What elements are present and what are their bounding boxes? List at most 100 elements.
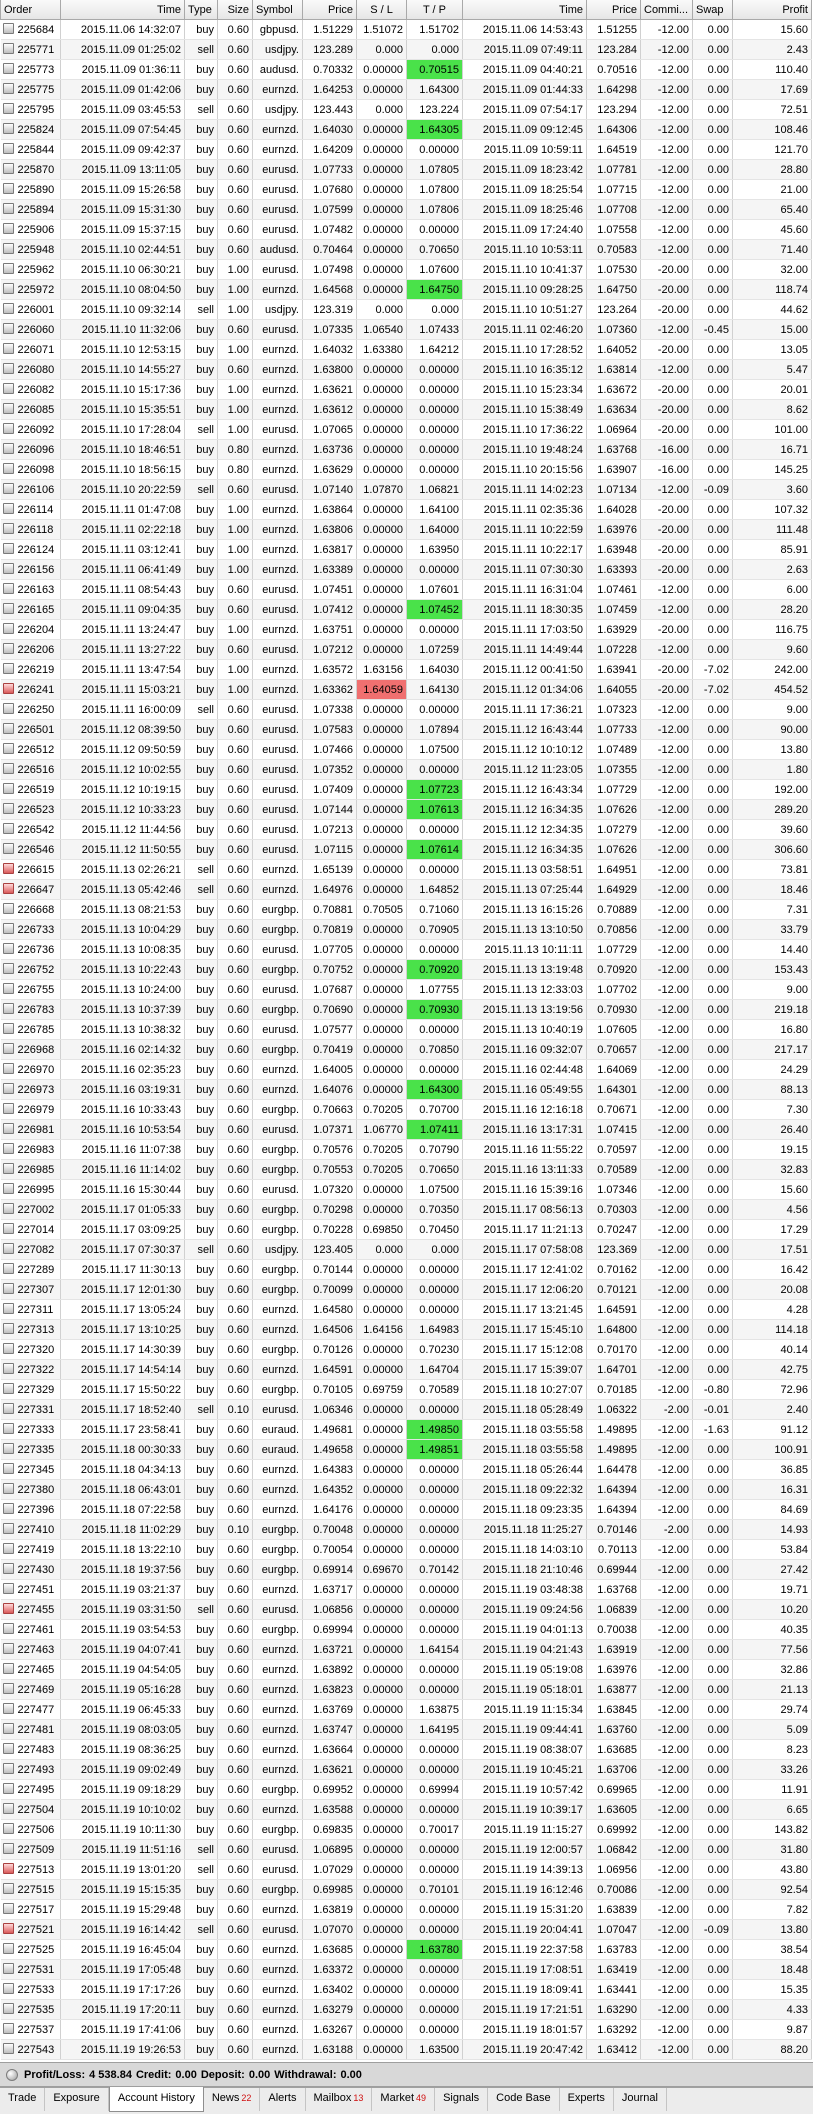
- table-row[interactable]: 226118 2015.11.11 02:22:18 buy 1.00 eurnzd. 1…: [0, 519, 812, 540]
- table-row[interactable]: 225890 2015.11.09 15:26:58 buy 0.60 eurusd. 1…: [0, 179, 812, 200]
- table-row[interactable]: 227483 2015.11.19 08:36:25 buy 0.60 eurnzd. 1…: [0, 1739, 812, 1760]
- table-row[interactable]: 226241 2015.11.11 15:03:21 buy 1.00 eurnzd. 1…: [0, 679, 812, 700]
- table-row[interactable]: 227493 2015.11.19 09:02:49 buy 0.60 eurnzd. 1…: [0, 1759, 812, 1780]
- column-header-close-time[interactable]: Time: [462, 0, 587, 20]
- table-row[interactable]: 226106 2015.11.10 20:22:59 sell 0.60 eurusd.…: [0, 479, 812, 500]
- table-row[interactable]: 227333 2015.11.17 23:58:41 buy 0.60 euraud. 1…: [0, 1419, 812, 1440]
- column-header-take-profit[interactable]: T / P: [406, 0, 463, 20]
- table-row[interactable]: 226736 2015.11.13 10:08:35 buy 0.60 eurusd. 1…: [0, 939, 812, 960]
- table-row[interactable]: 226985 2015.11.16 11:14:02 buy 0.60 eurgbp. 0…: [0, 1159, 812, 1180]
- table-row[interactable]: 225962 2015.11.10 06:30:21 buy 1.00 eurusd. 1…: [0, 259, 812, 280]
- table-row[interactable]: 227335 2015.11.18 00:30:33 buy 0.60 euraud. 1…: [0, 1439, 812, 1460]
- table-row[interactable]: 227419 2015.11.18 13:22:10 buy 0.60 eurgbp. 0…: [0, 1539, 812, 1560]
- table-row[interactable]: 226516 2015.11.12 10:02:55 buy 0.60 eurusd. 1…: [0, 759, 812, 780]
- table-row[interactable]: 226755 2015.11.13 10:24:00 buy 0.60 eurusd. 1…: [0, 979, 812, 1000]
- tab-trade[interactable]: Trade: [0, 2088, 46, 2111]
- table-row[interactable]: 226995 2015.11.16 15:30:44 buy 0.60 eurusd. 1…: [0, 1179, 812, 1200]
- table-row[interactable]: 226519 2015.11.12 10:19:15 buy 0.60 eurusd. 1…: [0, 779, 812, 800]
- table-row[interactable]: 226204 2015.11.11 13:24:47 buy 1.00 eurnzd. 1…: [0, 619, 812, 640]
- table-row[interactable]: 227517 2015.11.19 15:29:48 buy 0.60 eurnzd. 1…: [0, 1899, 812, 1920]
- table-row[interactable]: 227380 2015.11.18 06:43:01 buy 0.60 eurnzd. 1…: [0, 1479, 812, 1500]
- tab-account-history[interactable]: Account History: [108, 2087, 204, 2112]
- table-row[interactable]: 225948 2015.11.10 02:44:51 buy 0.60 audusd. 0…: [0, 239, 812, 260]
- column-header-profit[interactable]: Profit: [732, 0, 812, 20]
- table-row[interactable]: 227543 2015.11.19 19:26:53 buy 0.60 eurnzd. 1…: [0, 2039, 812, 2060]
- table-row[interactable]: 226647 2015.11.13 05:42:46 sell 0.60 eurnzd.…: [0, 879, 812, 900]
- table-row[interactable]: 227461 2015.11.19 03:54:53 buy 0.60 eurgbp. 0…: [0, 1619, 812, 1640]
- column-header-order[interactable]: Order: [0, 0, 61, 20]
- column-header-price[interactable]: Price: [302, 0, 357, 20]
- table-row[interactable]: 227082 2015.11.17 07:30:37 sell 0.60 usdjpy.…: [0, 1239, 812, 1260]
- table-row[interactable]: 226163 2015.11.11 08:54:43 buy 0.60 eurusd. 1…: [0, 579, 812, 600]
- table-row[interactable]: 226114 2015.11.11 01:47:08 buy 1.00 eurnzd. 1…: [0, 499, 812, 520]
- table-row[interactable]: 226060 2015.11.10 11:32:06 buy 0.60 eurusd. 1…: [0, 319, 812, 340]
- table-row[interactable]: 227506 2015.11.19 10:11:30 buy 0.60 eurgbp. 0…: [0, 1819, 812, 1840]
- table-row[interactable]: 225894 2015.11.09 15:31:30 buy 0.60 eurusd. 1…: [0, 199, 812, 220]
- table-row[interactable]: 226542 2015.11.12 11:44:56 buy 0.60 eurusd. 1…: [0, 819, 812, 840]
- table-row[interactable]: 227469 2015.11.19 05:16:28 buy 0.60 eurnzd. 1…: [0, 1679, 812, 1700]
- tab-journal[interactable]: Journal: [614, 2088, 667, 2111]
- table-row[interactable]: 227495 2015.11.19 09:18:29 buy 0.60 eurgbp. 0…: [0, 1779, 812, 1800]
- table-row[interactable]: 227430 2015.11.18 19:37:56 buy 0.60 eurgbp. 0…: [0, 1559, 812, 1580]
- table-row[interactable]: 226752 2015.11.13 10:22:43 buy 0.60 eurgbp. 0…: [0, 959, 812, 980]
- table-row[interactable]: 226785 2015.11.13 10:38:32 buy 0.60 eurusd. 1…: [0, 1019, 812, 1040]
- table-row[interactable]: 227455 2015.11.19 03:31:50 sell 0.60 eurusd.…: [0, 1599, 812, 1620]
- table-row[interactable]: 226970 2015.11.16 02:35:23 buy 0.60 eurnzd. 1…: [0, 1059, 812, 1080]
- tab-experts[interactable]: Experts: [560, 2088, 614, 2111]
- table-row[interactable]: 227515 2015.11.19 15:15:35 buy 0.60 eurgbp. 0…: [0, 1879, 812, 1900]
- table-row[interactable]: 227504 2015.11.19 10:10:02 buy 0.60 eurnzd. 1…: [0, 1799, 812, 1820]
- table-row[interactable]: 226206 2015.11.11 13:27:22 buy 0.60 eurusd. 1…: [0, 639, 812, 660]
- table-row[interactable]: 227410 2015.11.18 11:02:29 buy 0.10 eurgbp. 0…: [0, 1519, 812, 1540]
- table-row[interactable]: 227477 2015.11.19 06:45:33 buy 0.60 eurnzd. 1…: [0, 1699, 812, 1720]
- table-row[interactable]: 225844 2015.11.09 09:42:37 buy 0.60 eurnzd. 1…: [0, 139, 812, 160]
- table-row[interactable]: 227320 2015.11.17 14:30:39 buy 0.60 eurgbp. 0…: [0, 1339, 812, 1360]
- table-row[interactable]: 226098 2015.11.10 18:56:15 buy 0.80 eurnzd. 1…: [0, 459, 812, 480]
- table-row[interactable]: 225684 2015.11.06 14:32:07 buy 0.60 gbpusd. 1…: [0, 19, 812, 40]
- table-row[interactable]: 226981 2015.11.16 10:53:54 buy 0.60 eurusd. 1…: [0, 1119, 812, 1140]
- table-row[interactable]: 226165 2015.11.11 09:04:35 buy 0.60 eurusd. 1…: [0, 599, 812, 620]
- table-row[interactable]: 227463 2015.11.19 04:07:41 buy 0.60 eurnzd. 1…: [0, 1639, 812, 1660]
- table-row[interactable]: 226512 2015.11.12 09:50:59 buy 0.60 eurusd. 1…: [0, 739, 812, 760]
- table-row[interactable]: 226156 2015.11.11 06:41:49 buy 1.00 eurnzd. 1…: [0, 559, 812, 580]
- table-row[interactable]: 226092 2015.11.10 17:28:04 sell 1.00 eurusd.…: [0, 419, 812, 440]
- table-row[interactable]: 225773 2015.11.09 01:36:11 buy 0.60 audusd. 0…: [0, 59, 812, 80]
- table-row[interactable]: 225972 2015.11.10 08:04:50 buy 1.00 eurnzd. 1…: [0, 279, 812, 300]
- table-row[interactable]: 226219 2015.11.11 13:47:54 buy 1.00 eurnzd. 1…: [0, 659, 812, 680]
- table-row[interactable]: 226001 2015.11.10 09:32:14 sell 1.00 usdjpy.…: [0, 299, 812, 320]
- table-row[interactable]: 225870 2015.11.09 13:11:05 buy 0.60 eurusd. 1…: [0, 159, 812, 180]
- tab-market[interactable]: Market 49: [372, 2088, 436, 2111]
- table-row[interactable]: 226085 2015.11.10 15:35:51 buy 1.00 eurnzd. 1…: [0, 399, 812, 420]
- table-row[interactable]: 226668 2015.11.13 08:21:53 buy 0.60 eurgbp. 0…: [0, 899, 812, 920]
- tab-signals[interactable]: Signals: [435, 2088, 489, 2111]
- table-row[interactable]: 226979 2015.11.16 10:33:43 buy 0.60 eurgbp. 0…: [0, 1099, 812, 1120]
- column-header-open-time[interactable]: Time: [60, 0, 185, 20]
- tab-alerts[interactable]: Alerts: [260, 2088, 306, 2111]
- table-row[interactable]: 226250 2015.11.11 16:00:09 sell 0.60 eurusd.…: [0, 699, 812, 720]
- tab-mailbox[interactable]: Mailbox 13: [306, 2088, 373, 2111]
- table-row[interactable]: 227002 2015.11.17 01:05:33 buy 0.60 eurgbp. 0…: [0, 1199, 812, 1220]
- table-row[interactable]: 227311 2015.11.17 13:05:24 buy 0.60 eurnzd. 1…: [0, 1299, 812, 1320]
- table-row[interactable]: 226615 2015.11.13 02:26:21 sell 0.60 eurnzd.…: [0, 859, 812, 880]
- table-row[interactable]: 225795 2015.11.09 03:45:53 sell 0.60 usdjpy.…: [0, 99, 812, 120]
- column-header-type[interactable]: Type: [184, 0, 218, 20]
- table-row[interactable]: 226968 2015.11.16 02:14:32 buy 0.60 eurgbp. 0…: [0, 1039, 812, 1060]
- table-row[interactable]: 226080 2015.11.10 14:55:27 buy 0.60 eurnzd. 1…: [0, 359, 812, 380]
- column-header-stop-loss[interactable]: S / L: [356, 0, 407, 20]
- table-row[interactable]: 225771 2015.11.09 01:25:02 sell 0.60 usdjpy.…: [0, 39, 812, 60]
- table-row[interactable]: 227465 2015.11.19 04:54:05 buy 0.60 eurnzd. 1…: [0, 1659, 812, 1680]
- table-row[interactable]: 227451 2015.11.19 03:21:37 buy 0.60 eurnzd. 1…: [0, 1579, 812, 1600]
- column-header-size[interactable]: Size: [217, 0, 253, 20]
- table-row[interactable]: 227513 2015.11.19 13:01:20 sell 0.60 eurusd.…: [0, 1859, 812, 1880]
- table-row[interactable]: 227521 2015.11.19 16:14:42 sell 0.60 eurusd.…: [0, 1919, 812, 1940]
- table-row[interactable]: 225824 2015.11.09 07:54:45 buy 0.60 eurnzd. 1…: [0, 119, 812, 140]
- table-row[interactable]: 227313 2015.11.17 13:10:25 buy 0.60 eurnzd. 1…: [0, 1319, 812, 1340]
- table-row[interactable]: 227014 2015.11.17 03:09:25 buy 0.60 eurgbp. 0…: [0, 1219, 812, 1240]
- table-row[interactable]: 227329 2015.11.17 15:50:22 buy 0.60 eurgbp. 0…: [0, 1379, 812, 1400]
- table-row[interactable]: 227537 2015.11.19 17:41:06 buy 0.60 eurnzd. 1…: [0, 2019, 812, 2040]
- table-row[interactable]: 227322 2015.11.17 14:54:14 buy 0.60 eurnzd. 1…: [0, 1359, 812, 1380]
- table-row[interactable]: 227535 2015.11.19 17:20:11 buy 0.60 eurnzd. 1…: [0, 1999, 812, 2020]
- table-row[interactable]: 226082 2015.11.10 15:17:36 buy 1.00 eurnzd. 1…: [0, 379, 812, 400]
- table-row[interactable]: 226733 2015.11.13 10:04:29 buy 0.60 eurgbp. 0…: [0, 919, 812, 940]
- table-row[interactable]: 227525 2015.11.19 16:45:04 buy 0.60 eurnzd. 1…: [0, 1939, 812, 1960]
- table-row[interactable]: 226501 2015.11.12 08:39:50 buy 0.60 eurusd. 1…: [0, 719, 812, 740]
